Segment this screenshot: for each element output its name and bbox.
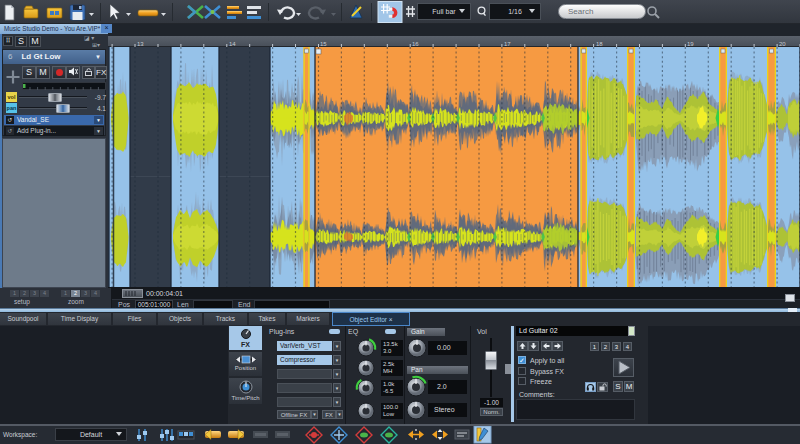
svg-text:15: 15: [320, 41, 327, 47]
svg-text:13: 13: [137, 41, 144, 47]
svg-text:19: 19: [687, 41, 694, 47]
svg-text:18: 18: [596, 41, 603, 47]
svg-text:20: 20: [779, 41, 786, 47]
svg-text:17: 17: [504, 41, 511, 47]
svg-text:14: 14: [229, 41, 236, 47]
svg-text:16: 16: [412, 41, 419, 47]
